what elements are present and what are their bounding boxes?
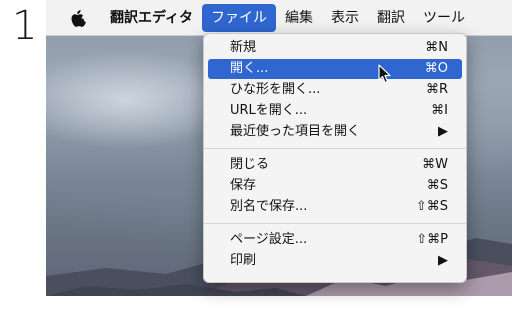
menu-item-label: 別名で保存...: [230, 199, 308, 214]
apple-icon[interactable]: [70, 9, 86, 27]
menu-item-open-url[interactable]: URLを開く... ⌘I: [208, 101, 462, 121]
menu-tools[interactable]: ツール: [414, 4, 474, 32]
step-number: 1: [12, 3, 38, 49]
submenu-arrow-icon: ▶: [438, 124, 448, 139]
shortcut-label: ⌘W: [422, 157, 448, 172]
menu-item-label: 最近使った項目を開く: [230, 124, 361, 139]
mouse-cursor-icon: [378, 64, 391, 84]
menu-item-save[interactable]: 保存 ⌘S: [208, 176, 462, 196]
app-menu[interactable]: 翻訳エディタ: [104, 4, 202, 32]
menu-item-open-recent[interactable]: 最近使った項目を開く ▶: [208, 122, 462, 142]
menu-separator: [204, 223, 466, 224]
menu-view[interactable]: 表示: [322, 4, 368, 32]
menu-separator: [204, 148, 466, 149]
menu-item-label: ページ設定...: [230, 232, 308, 247]
menu-item-open-template[interactable]: ひな形を開く... ⌘R: [208, 80, 462, 100]
menu-item-new[interactable]: 新規 ⌘N: [208, 38, 462, 58]
menu-item-label: ひな形を開く...: [230, 82, 321, 97]
menu-item-page-setup[interactable]: ページ設定... ⇧⌘P: [208, 230, 462, 250]
menu-item-label: 新規: [230, 40, 257, 55]
shortcut-label: ⌘I: [431, 103, 448, 118]
menu-item-label: 印刷: [230, 253, 257, 268]
menu-item-close[interactable]: 閉じる ⌘W: [208, 155, 462, 175]
menu-item-label: 開く...: [230, 61, 269, 76]
shortcut-label: ⌘R: [425, 82, 448, 97]
shortcut-label: ⇧⌘S: [415, 199, 448, 214]
shortcut-label: ⌘N: [425, 40, 448, 55]
menu-item-label: URLを開く...: [230, 103, 308, 118]
file-menu-dropdown: 新規 ⌘N 開く... ⌘O ひな形を開く... ⌘R URLを開く... ⌘I…: [203, 33, 467, 283]
shortcut-label: ⌘S: [426, 178, 448, 193]
menu-item-open[interactable]: 開く... ⌘O: [208, 59, 462, 79]
menu-item-save-as[interactable]: 別名で保存... ⇧⌘S: [208, 197, 462, 217]
menu-item-print[interactable]: 印刷 ▶: [208, 251, 462, 271]
menu-translate[interactable]: 翻訳: [368, 4, 414, 32]
menu-item-label: 閉じる: [230, 157, 270, 172]
menu-item-label: 保存: [230, 178, 257, 193]
menu-bar: 翻訳エディタ ファイル 編集 表示 翻訳 ツール: [46, 0, 512, 36]
shortcut-label: ⇧⌘P: [416, 232, 448, 247]
shortcut-label: ⌘O: [424, 61, 448, 76]
submenu-arrow-icon: ▶: [438, 253, 448, 268]
menu-edit[interactable]: 編集: [276, 4, 322, 32]
menu-file[interactable]: ファイル: [202, 3, 277, 32]
